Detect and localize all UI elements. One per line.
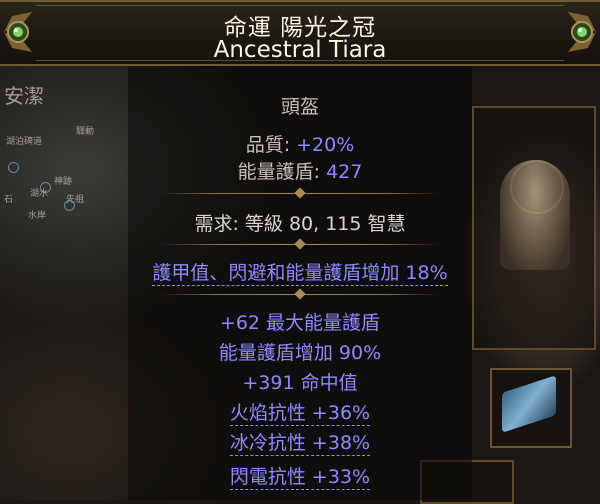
item-base-name: Ancestral Tiara bbox=[213, 37, 387, 63]
separator bbox=[160, 189, 440, 199]
cold-resistance-mod: 冰冷抗性 +38% bbox=[229, 432, 371, 456]
fire-resistance-mod: 火焰抗性 +36% bbox=[229, 402, 371, 426]
requirements-text: 需求: 等級 80, 115 智慧 bbox=[194, 213, 406, 235]
implicit-mod-text: 護甲值、閃避和能量護盾增加 18% bbox=[152, 262, 448, 286]
explicit-mod: 閃電抗性 +33% bbox=[0, 462, 600, 490]
energy-shield-label: 能量護盾: bbox=[237, 161, 327, 183]
lightning-resistance-mod: 閃電抗性 +33% bbox=[229, 466, 371, 490]
quality-line: 品質: +20% bbox=[0, 130, 600, 157]
requirements-line: 需求: 等級 80, 115 智慧 bbox=[0, 209, 600, 236]
quality-value: +20% bbox=[296, 134, 355, 156]
tooltip-header: 命運 陽光之冠 Ancestral Tiara bbox=[0, 0, 600, 66]
separator bbox=[160, 240, 440, 250]
explicit-mod: 冰冷抗性 +38% bbox=[0, 428, 600, 456]
separator bbox=[160, 290, 440, 300]
energy-shield-line: 能量護盾: 427 bbox=[0, 157, 600, 184]
item-tooltip: 命運 陽光之冠 Ancestral Tiara 頭盔 品質: +20% 能量護盾… bbox=[0, 0, 600, 500]
implicit-mod: 護甲值、閃避和能量護盾增加 18% bbox=[0, 258, 600, 286]
explicit-mod: +62 最大能量護盾 bbox=[219, 312, 381, 334]
explicit-mod: 火焰抗性 +36% bbox=[0, 398, 600, 426]
quality-label: 品質: bbox=[245, 134, 297, 156]
energy-shield-value: 427 bbox=[326, 161, 363, 183]
explicit-mod: +391 命中值 bbox=[242, 372, 358, 394]
item-class: 頭盔 bbox=[280, 96, 319, 118]
explicit-mod: 能量護盾增加 90% bbox=[218, 342, 382, 364]
